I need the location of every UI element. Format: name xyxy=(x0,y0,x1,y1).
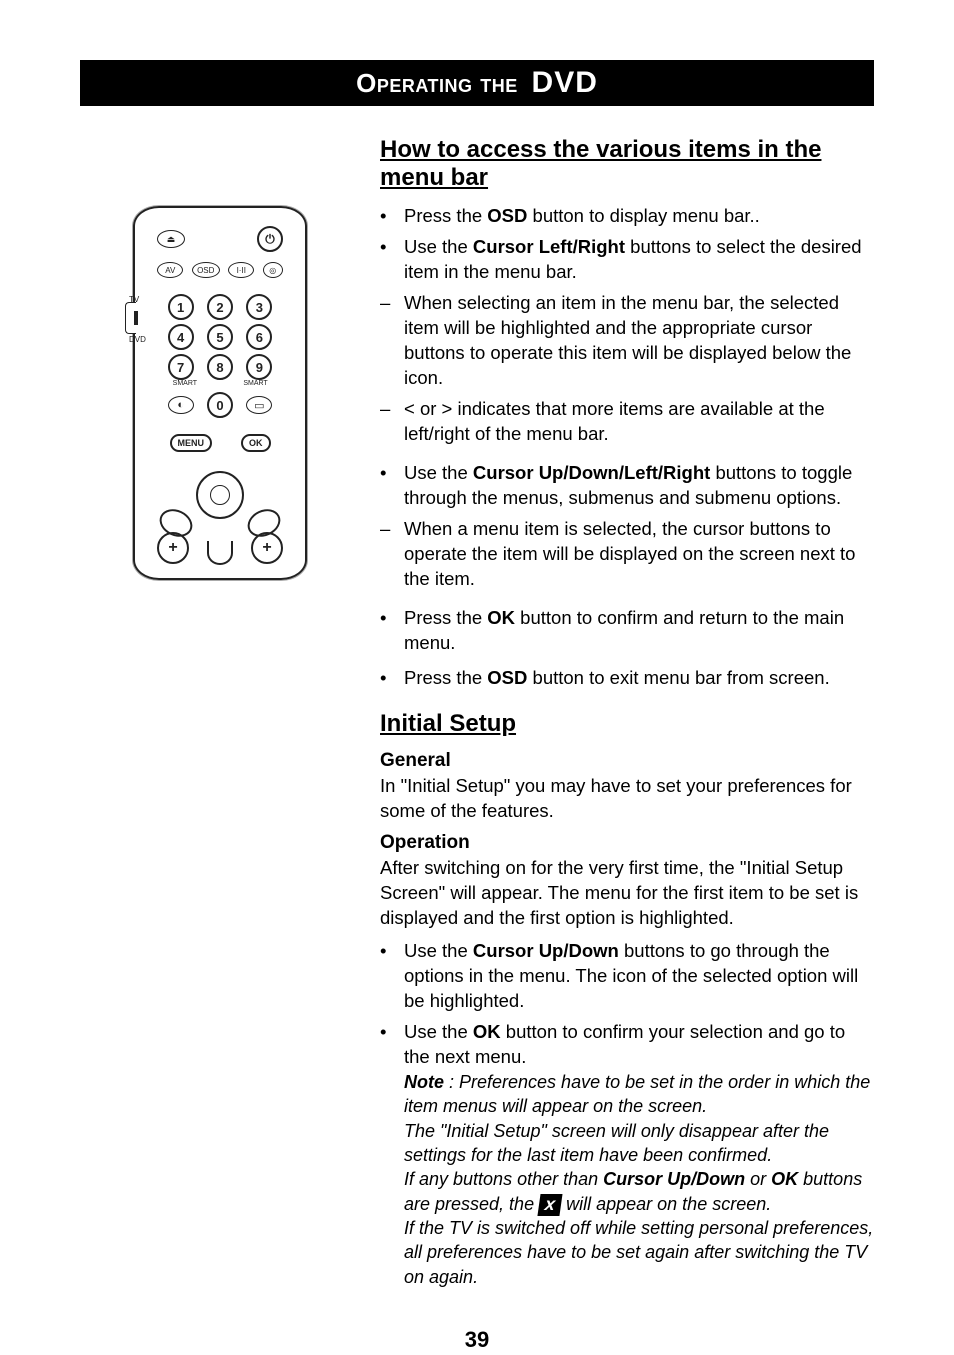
eject-button-icon: ⏏ xyxy=(157,230,185,248)
list-item: • Press the OSD button to display menu b… xyxy=(380,204,874,229)
list-item: • Use the Cursor Up/Down buttons to go t… xyxy=(380,939,874,1014)
digit-7: 7 xyxy=(168,354,194,380)
list-item: – < or > indicates that more items are a… xyxy=(380,397,874,447)
list-item: • Use the Cursor Up/Down/Left/Right butt… xyxy=(380,461,874,511)
digit-6: 6 xyxy=(246,324,272,350)
dpad-icon xyxy=(196,471,244,519)
page-number: 39 xyxy=(80,1327,874,1353)
ok-button-icon: OK xyxy=(241,434,271,452)
section2-list: • Use the Cursor Up/Down buttons to go t… xyxy=(380,939,874,1289)
general-text: In "Initial Setup" you may have to set y… xyxy=(380,774,874,824)
smart-label-left: SMART xyxy=(173,380,197,387)
widescreen-icon: ▭ xyxy=(246,396,272,414)
ch-plus-icon: + xyxy=(251,532,283,564)
digit-1: 1 xyxy=(168,294,194,320)
menu-button-icon: MENU xyxy=(170,434,213,452)
title-left: Operating the xyxy=(356,68,518,98)
digit-9: 9 xyxy=(246,354,272,380)
section1-heading: How to access the various items in the m… xyxy=(380,136,874,192)
list-item: – When selecting an item in the menu bar… xyxy=(380,291,874,391)
digit-5: 5 xyxy=(207,324,233,350)
power-button-icon: ⏻ xyxy=(257,226,283,252)
list-item: • Use the Cursor Left/Right buttons to s… xyxy=(380,235,874,285)
general-label: General xyxy=(380,750,874,772)
title-bar: Operating the DVD xyxy=(80,60,874,106)
digit-0: 0 xyxy=(207,392,233,418)
disc-button-icon: ◎ xyxy=(263,262,283,278)
digit-4: 4 xyxy=(168,324,194,350)
digit-8: 8 xyxy=(207,354,233,380)
smart-label-right: SMART xyxy=(243,380,267,387)
list-item: • Use the OK button to confirm your sele… xyxy=(380,1020,874,1289)
digit-3: 3 xyxy=(246,294,272,320)
smart-picture-icon: ◐ xyxy=(168,396,194,414)
x-icon: x xyxy=(538,1194,563,1216)
osd-button-icon: OSD xyxy=(192,262,220,278)
list-item: • Press the OSD button to exit menu bar … xyxy=(380,666,874,691)
bottom-arc-icon xyxy=(207,541,233,565)
note-block: Note : Preferences have to be set in the… xyxy=(404,1070,874,1289)
digit-2: 2 xyxy=(207,294,233,320)
section2-heading: Initial Setup xyxy=(380,710,874,738)
title-right: DVD xyxy=(522,66,598,99)
operation-label: Operation xyxy=(380,832,874,854)
operation-text: After switching on for the very first ti… xyxy=(380,856,874,931)
stereo-button-icon: I·II xyxy=(228,262,254,278)
av-button-icon: AV xyxy=(157,262,183,278)
list-item: – When a menu item is selected, the curs… xyxy=(380,517,874,592)
remote-control-illustration: TV DVD ⏏ ⏻ AV OSD I·II ◎ 1 2 3 xyxy=(133,206,307,580)
vol-plus-icon: + xyxy=(157,532,189,564)
list-item: • Press the OK button to confirm and ret… xyxy=(380,606,874,656)
section1-list: • Press the OSD button to display menu b… xyxy=(380,204,874,690)
